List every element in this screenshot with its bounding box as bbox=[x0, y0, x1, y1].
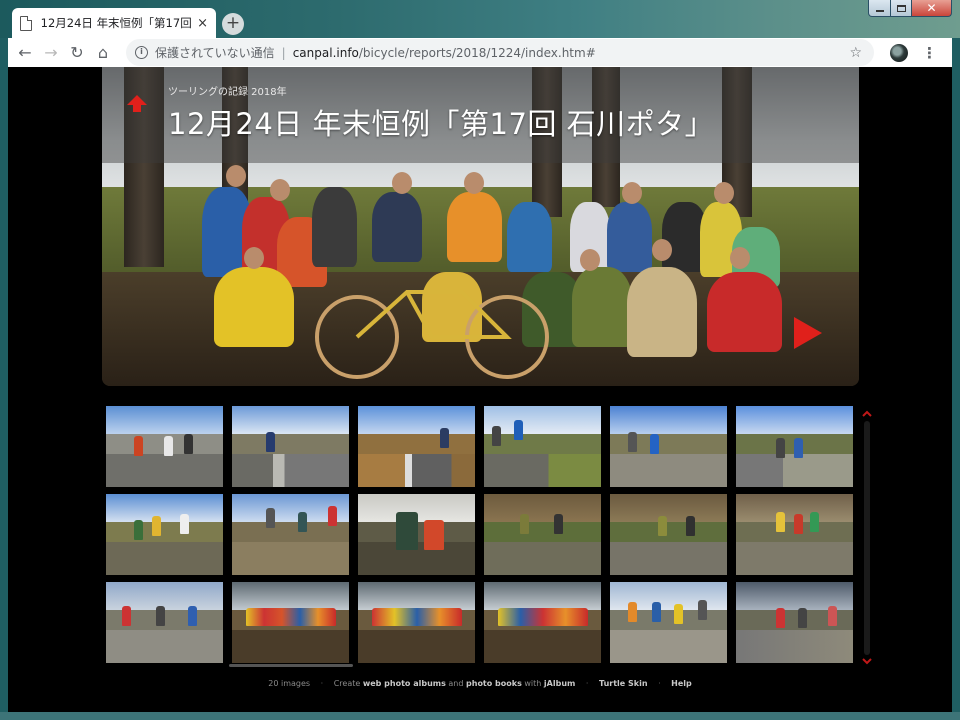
hero-photo[interactable]: ツーリングの記録 2018年 12月24日 年末恒例「第17回 石川ポタ」 bbox=[102, 67, 859, 386]
thumbnail[interactable] bbox=[232, 582, 349, 663]
up-arrow-icon[interactable] bbox=[126, 93, 148, 113]
minimize-button[interactable] bbox=[868, 0, 891, 17]
maximize-button[interactable] bbox=[890, 0, 912, 17]
browser-menu-icon[interactable]: ⋮ bbox=[922, 44, 937, 62]
thumbnail[interactable] bbox=[484, 494, 601, 575]
thumbnail[interactable] bbox=[232, 494, 349, 575]
thumbnail[interactable] bbox=[106, 582, 223, 663]
tab-title: 12月24日 年末恒例「第17回 石 bbox=[40, 16, 192, 30]
new-tab-button[interactable]: + bbox=[222, 13, 244, 35]
chevron-down-icon[interactable] bbox=[861, 658, 873, 666]
image-count: 20 images bbox=[268, 679, 311, 688]
thumbnail[interactable] bbox=[106, 494, 223, 575]
link-jalbum[interactable]: jAlbum bbox=[544, 679, 575, 688]
profile-avatar[interactable] bbox=[890, 43, 908, 62]
close-window-button[interactable]: ✕ bbox=[911, 0, 952, 17]
url-host: canpal.info bbox=[292, 45, 359, 60]
maximize-icon bbox=[896, 4, 906, 12]
reload-button[interactable]: ↻ bbox=[64, 43, 90, 62]
link-photo-books[interactable]: photo books bbox=[466, 679, 522, 688]
close-icon: ✕ bbox=[926, 1, 937, 15]
info-icon[interactable]: i bbox=[135, 46, 148, 59]
thumbnail[interactable] bbox=[484, 406, 601, 487]
thumbnail[interactable] bbox=[358, 582, 475, 663]
forward-button[interactable]: → bbox=[38, 43, 64, 62]
thumbnail[interactable] bbox=[736, 582, 853, 663]
address-bar[interactable]: i 保護されていない通信 | canpal.info /bicycle/repo… bbox=[126, 39, 874, 66]
url-path: /bicycle/reports/2018/1224/index.htm# bbox=[358, 45, 596, 60]
bicycle-shape bbox=[315, 290, 549, 379]
link-turtle-skin[interactable]: Turtle Skin bbox=[599, 679, 648, 688]
page-viewport: ツーリングの記録 2018年 12月24日 年末恒例「第17回 石川ポタ」 20… bbox=[8, 67, 952, 712]
thumbnail[interactable] bbox=[610, 406, 727, 487]
document-icon bbox=[20, 15, 32, 31]
footer: 20 images · Create web photo albums and … bbox=[268, 679, 692, 688]
security-label: 保護されていない通信 bbox=[155, 46, 275, 60]
url-separator: | bbox=[281, 45, 286, 60]
thumbnail[interactable] bbox=[358, 406, 475, 487]
next-photo-arrow-icon[interactable] bbox=[792, 315, 824, 351]
thumbnail[interactable] bbox=[610, 582, 727, 663]
minimize-icon bbox=[875, 10, 884, 12]
thumbnail[interactable] bbox=[232, 406, 349, 487]
thumbnail[interactable] bbox=[610, 494, 727, 575]
page-title: 12月24日 年末恒例「第17回 石川ポタ」 bbox=[168, 107, 715, 141]
bookmark-star-icon[interactable]: ☆ bbox=[849, 45, 862, 61]
thumbnail[interactable] bbox=[736, 494, 853, 575]
back-button[interactable]: ← bbox=[12, 43, 38, 62]
thumbnail[interactable] bbox=[736, 406, 853, 487]
thumbnail[interactable] bbox=[484, 582, 601, 663]
tab-close-icon[interactable]: × bbox=[197, 16, 208, 31]
thumbnail-scrollbar[interactable] bbox=[861, 409, 873, 667]
home-button[interactable]: ⌂ bbox=[90, 43, 116, 62]
link-help[interactable]: Help bbox=[671, 679, 692, 688]
horizontal-scroll-indicator[interactable] bbox=[229, 664, 353, 667]
thumbnail[interactable] bbox=[358, 494, 475, 575]
breadcrumb-category[interactable]: ツーリングの記録 2018年 bbox=[168, 83, 287, 98]
window-titlebar: 12月24日 年末恒例「第17回 石 × + ✕ bbox=[0, 0, 960, 38]
browser-toolbar: ← → ↻ ⌂ i 保護されていない通信 | canpal.info /bicy… bbox=[8, 38, 952, 67]
browser-tab[interactable]: 12月24日 年末恒例「第17回 石 × bbox=[12, 8, 216, 38]
window-frame-bottom bbox=[0, 712, 960, 720]
scrollbar-thumb[interactable] bbox=[864, 421, 870, 655]
thumbnail-grid bbox=[106, 406, 858, 663]
link-web-photo-albums[interactable]: web photo albums bbox=[363, 679, 446, 688]
thumbnail[interactable] bbox=[106, 406, 223, 487]
chevron-up-icon[interactable] bbox=[861, 409, 873, 417]
